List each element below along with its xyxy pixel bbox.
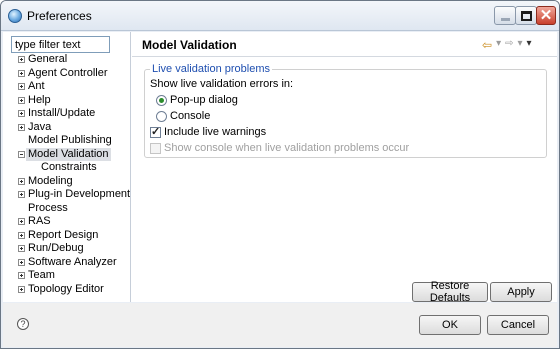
tree-item-label: Model Publishing	[28, 134, 112, 146]
tree-item-label: Help	[28, 93, 51, 106]
include-warnings-label: Include live warnings	[164, 126, 267, 138]
dialog-footer: ? OK Cancel	[3, 303, 557, 347]
tree-item[interactable]: Run/Debug	[3, 242, 131, 256]
forward-dropdown-icon[interactable]: ▾	[517, 38, 522, 52]
apply-button[interactable]: Apply	[490, 282, 552, 302]
restore-defaults-button[interactable]: Restore Defaults	[412, 280, 488, 304]
tree-item[interactable]: Plug-in Development	[3, 188, 131, 202]
app-icon	[8, 9, 22, 23]
preference-tree: General Agent Controller Ant Help Install/Up…	[3, 53, 131, 296]
expand-icon[interactable]	[18, 272, 25, 279]
tree-item-label: Java	[28, 120, 52, 133]
tree-item-label: Model Validation	[26, 147, 111, 161]
tree-item[interactable]: Report Design	[3, 229, 131, 243]
show-console-checkbox	[150, 143, 161, 154]
tree-item[interactable]: Team	[3, 269, 131, 283]
expand-icon[interactable]	[18, 83, 25, 90]
tree-item-label: Plug-in Development	[28, 188, 131, 200]
maximize-icon	[520, 10, 532, 21]
content-area: type filter text General Agent Controller…	[3, 32, 557, 304]
preferences-window: Preferences ✕ type filter text General Ag…	[0, 0, 560, 349]
expand-icon[interactable]	[18, 96, 25, 104]
expand-icon[interactable]	[18, 177, 25, 185]
page-title: Model Validation	[142, 38, 237, 52]
minimize-icon	[500, 18, 510, 21]
tree-item[interactable]: Model Publishing	[3, 134, 131, 148]
console-label: Console	[170, 110, 211, 122]
expand-icon[interactable]	[18, 110, 25, 117]
minimize-button[interactable]	[494, 6, 516, 25]
tree-item[interactable]: RAS	[3, 215, 131, 229]
ok-button[interactable]: OK	[419, 315, 481, 335]
expand-icon[interactable]	[18, 56, 25, 63]
expand-icon[interactable]	[18, 218, 25, 225]
tree-item[interactable]: Software Analyzer	[3, 256, 131, 270]
tree-item-label: Agent Controller	[28, 66, 108, 79]
popup-dialog-label: Pop-up dialog	[170, 94, 238, 106]
tree-item[interactable]: Modeling	[3, 175, 131, 189]
back-arrow-icon[interactable]: ⇦	[482, 38, 492, 52]
console-radio[interactable]	[156, 111, 167, 122]
expand-icon[interactable]	[18, 123, 25, 131]
tree-item-label: Ant	[28, 80, 45, 92]
preference-tree-pane: type filter text General Agent Controller…	[3, 32, 131, 302]
tree-item-label: Software Analyzer	[28, 255, 117, 268]
popup-dialog-radio[interactable]	[156, 95, 167, 106]
page-navigation: ⇦ ▾ ⇨ ▾ ▾	[482, 38, 532, 52]
tree-item-label: Modeling	[28, 174, 73, 187]
tree-item[interactable]: Ant	[3, 80, 131, 94]
tree-item-label: Constraints	[41, 161, 97, 173]
tree-item-label: Run/Debug	[28, 242, 84, 254]
tree-item-label: Report Design	[28, 228, 99, 241]
view-menu-icon[interactable]: ▾	[527, 38, 532, 52]
back-dropdown-icon[interactable]: ▾	[496, 38, 501, 52]
window-title: Preferences	[27, 9, 92, 23]
tree-item[interactable]: General	[3, 53, 131, 67]
show-console-label: Show console when live validation proble…	[164, 142, 410, 154]
expand-icon[interactable]	[18, 245, 25, 252]
include-warnings-checkbox[interactable]	[150, 125, 161, 138]
header-divider	[132, 56, 557, 57]
preference-page: Model Validation ⇦ ▾ ⇨ ▾ ▾ Live validati…	[132, 32, 557, 304]
tree-item[interactable]: Help	[3, 94, 131, 108]
forward-arrow-icon[interactable]: ⇨	[505, 38, 513, 52]
expand-icon[interactable]	[18, 231, 25, 239]
tree-item[interactable]: Model Validation	[3, 147, 131, 161]
tree-item[interactable]: Java	[3, 121, 131, 135]
tree-item[interactable]: Process	[3, 202, 131, 216]
tree-item-label: General	[28, 53, 68, 65]
tree-item[interactable]: Install/Update	[3, 107, 131, 121]
tree-item[interactable]: Constraints	[3, 161, 131, 175]
help-icon[interactable]: ?	[17, 318, 29, 330]
expand-icon[interactable]	[18, 258, 25, 266]
expand-icon[interactable]	[18, 191, 25, 198]
tree-item-label: Process	[28, 201, 68, 214]
tree-item-label: Topology Editor	[28, 282, 104, 295]
cancel-button[interactable]: Cancel	[487, 315, 549, 335]
group-title: Live validation problems	[150, 63, 273, 75]
tree-item-label: RAS	[28, 215, 51, 227]
expand-icon[interactable]	[18, 285, 25, 293]
maximize-button[interactable]	[515, 6, 537, 25]
tree-item-label: Team	[28, 269, 55, 281]
tree-item[interactable]: Topology Editor	[3, 283, 131, 297]
tree-item[interactable]: Agent Controller	[3, 67, 131, 81]
tree-item-label: Install/Update	[28, 107, 96, 119]
filter-input[interactable]: type filter text	[11, 36, 110, 53]
close-button[interactable]: ✕	[536, 6, 556, 25]
collapse-icon[interactable]	[18, 150, 25, 158]
title-bar: Preferences ✕	[1, 1, 559, 31]
expand-icon[interactable]	[18, 69, 25, 77]
show-errors-label: Show live validation errors in:	[150, 78, 294, 90]
close-icon: ✕	[539, 7, 553, 24]
